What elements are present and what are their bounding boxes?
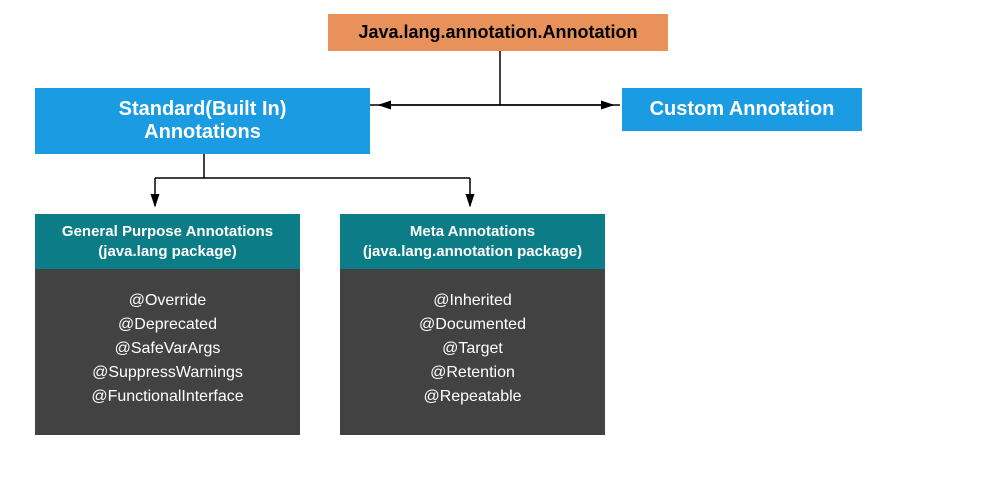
general-item: @FunctionalInterface — [45, 385, 290, 409]
meta-item: @Retention — [350, 361, 595, 385]
custom-annotation-box: Custom Annotation — [622, 88, 862, 131]
standard-annotations-box: Standard(Built In) Annotations — [35, 88, 370, 154]
meta-item: @Documented — [350, 313, 595, 337]
general-purpose-card: General Purpose Annotations (java.lang p… — [35, 214, 300, 435]
general-item: @SafeVarArgs — [45, 337, 290, 361]
meta-item: @Repeatable — [350, 385, 595, 409]
meta-item: @Target — [350, 337, 595, 361]
meta-body: @Inherited @Documented @Target @Retentio… — [340, 269, 605, 435]
general-title-line1: General Purpose Annotations — [45, 222, 290, 242]
root-label: Java.lang.annotation.Annotation — [358, 22, 637, 43]
general-item: @Override — [45, 289, 290, 313]
general-body: @Override @Deprecated @SafeVarArgs @Supp… — [35, 269, 300, 435]
general-item: @Deprecated — [45, 313, 290, 337]
custom-label: Custom Annotation — [650, 98, 835, 121]
meta-annotations-card: Meta Annotations (java.lang.annotation p… — [340, 214, 605, 435]
meta-title-line2: (java.lang.annotation package) — [350, 242, 595, 262]
meta-header: Meta Annotations (java.lang.annotation p… — [340, 214, 605, 269]
general-item: @SuppressWarnings — [45, 361, 290, 385]
meta-item: @Inherited — [350, 289, 595, 313]
general-title-line2: (java.lang package) — [45, 242, 290, 262]
root-annotation-box: Java.lang.annotation.Annotation — [328, 14, 668, 51]
general-header: General Purpose Annotations (java.lang p… — [35, 214, 300, 269]
standard-label: Standard(Built In) Annotations — [59, 98, 346, 144]
meta-title-line1: Meta Annotations — [350, 222, 595, 242]
